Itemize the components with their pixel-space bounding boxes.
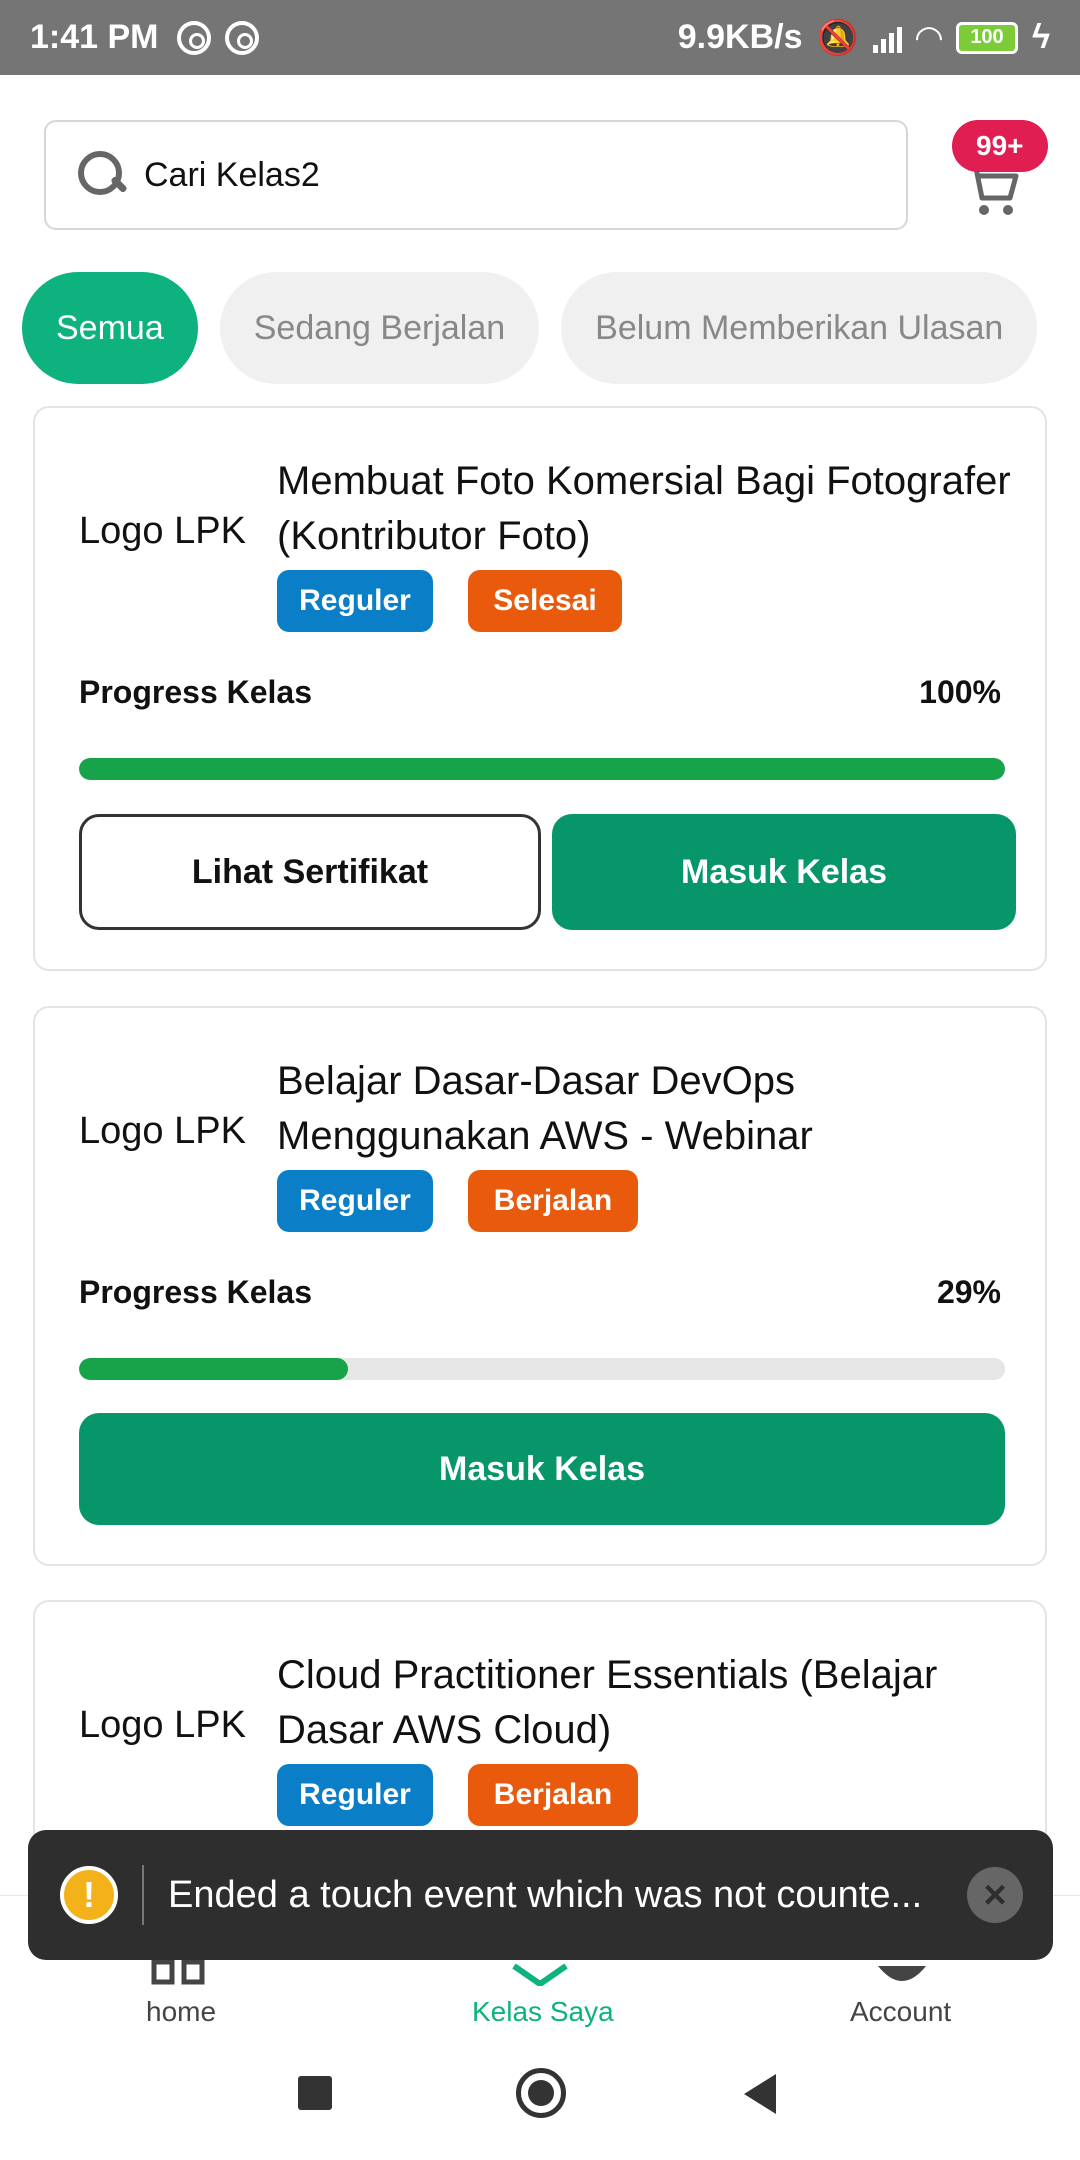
nav-account-label: Account bbox=[850, 1996, 952, 2027]
signal-icon bbox=[872, 23, 902, 53]
home-icon bbox=[151, 1959, 205, 1985]
cart-button[interactable]: 99+ bbox=[952, 120, 1062, 220]
course-card: Logo LPK Belajar Dasar-Dasar DevOps Meng… bbox=[33, 1006, 1047, 1566]
sync-icon bbox=[176, 20, 211, 55]
status-badge: Berjalan bbox=[468, 1170, 638, 1232]
provider-logo: Logo LPK bbox=[79, 510, 246, 552]
progress-fill bbox=[79, 758, 1005, 780]
status-badge: Berjalan bbox=[468, 1764, 638, 1826]
toast-notification: ! Ended a touch event which was not coun… bbox=[28, 1830, 1053, 1960]
type-badge: Reguler bbox=[277, 570, 433, 632]
course-card: Logo LPK Membuat Foto Komersial Bagi Fot… bbox=[33, 406, 1047, 971]
course-title: Membuat Foto Komersial Bagi Fotografer (… bbox=[277, 459, 1011, 558]
sync-icon bbox=[224, 20, 259, 55]
course-title: Cloud Practitioner Essentials (Belajar D… bbox=[277, 1653, 938, 1752]
nav-kelas-saya-label: Kelas Saya bbox=[472, 1996, 614, 2027]
enter-class-button[interactable]: Masuk Kelas bbox=[552, 814, 1016, 930]
filter-tabs: Semua Sedang Berjalan Belum Memberikan U… bbox=[22, 272, 1038, 384]
progress-label: Progress Kelas bbox=[79, 1274, 313, 1310]
wifi-icon: ◠ bbox=[915, 18, 942, 57]
enter-class-button[interactable]: Masuk Kelas bbox=[79, 1413, 1005, 1525]
charging-icon: ϟ bbox=[1032, 18, 1050, 56]
class-icon bbox=[512, 1963, 568, 1986]
search-input[interactable] bbox=[144, 155, 844, 195]
recents-button[interactable] bbox=[298, 2076, 332, 2110]
view-certificate-button[interactable]: Lihat Sertifikat bbox=[79, 814, 541, 930]
provider-logo: Logo LPK bbox=[79, 1704, 246, 1746]
progress-label: Progress Kelas bbox=[79, 674, 313, 710]
status-badge: Selesai bbox=[468, 570, 622, 632]
back-button[interactable] bbox=[744, 2074, 776, 2114]
cart-count-badge: 99+ bbox=[952, 120, 1048, 172]
type-badge: Reguler bbox=[277, 1764, 433, 1826]
type-badge: Reguler bbox=[277, 1170, 433, 1232]
status-time: 1:41 PM bbox=[30, 18, 159, 56]
tab-semua[interactable]: Semua bbox=[22, 272, 198, 384]
network-speed: 9.9KB/s bbox=[677, 18, 803, 56]
course-title: Belajar Dasar-Dasar DevOps Menggunakan A… bbox=[277, 1059, 813, 1158]
mute-icon: 🔕 bbox=[816, 18, 859, 57]
progress-bar bbox=[79, 758, 1005, 780]
progress-fill bbox=[79, 1358, 348, 1380]
toast-message: Ended a touch event which was not counte… bbox=[168, 1873, 923, 1916]
status-indicators: 9.9KB/s 🔕 ◠ 100 ϟ bbox=[678, 18, 1050, 58]
home-button[interactable] bbox=[516, 2068, 566, 2118]
account-icon bbox=[878, 1966, 926, 1981]
nav-home-label: home bbox=[146, 1996, 217, 2027]
progress-percent: 100% bbox=[919, 674, 1001, 710]
toast-divider bbox=[142, 1865, 144, 1925]
search-bar[interactable] bbox=[44, 120, 908, 230]
tab-sedang-berjalan[interactable]: Sedang Berjalan bbox=[219, 272, 540, 384]
progress-percent: 29% bbox=[936, 1274, 1001, 1310]
warning-icon: ! bbox=[60, 1866, 118, 1924]
progress-bar bbox=[79, 1358, 1005, 1380]
battery-icon: 100 bbox=[956, 21, 1018, 54]
system-navigation-bar bbox=[0, 2030, 1080, 2160]
tab-belum-ulasan[interactable]: Belum Memberikan Ulasan bbox=[561, 272, 1038, 384]
search-icon bbox=[76, 149, 128, 201]
close-icon[interactable]: × bbox=[967, 1867, 1023, 1923]
provider-logo: Logo LPK bbox=[79, 1110, 246, 1152]
status-bar: 1:41 PM 9.9KB/s 🔕 ◠ 100 ϟ bbox=[0, 0, 1080, 75]
